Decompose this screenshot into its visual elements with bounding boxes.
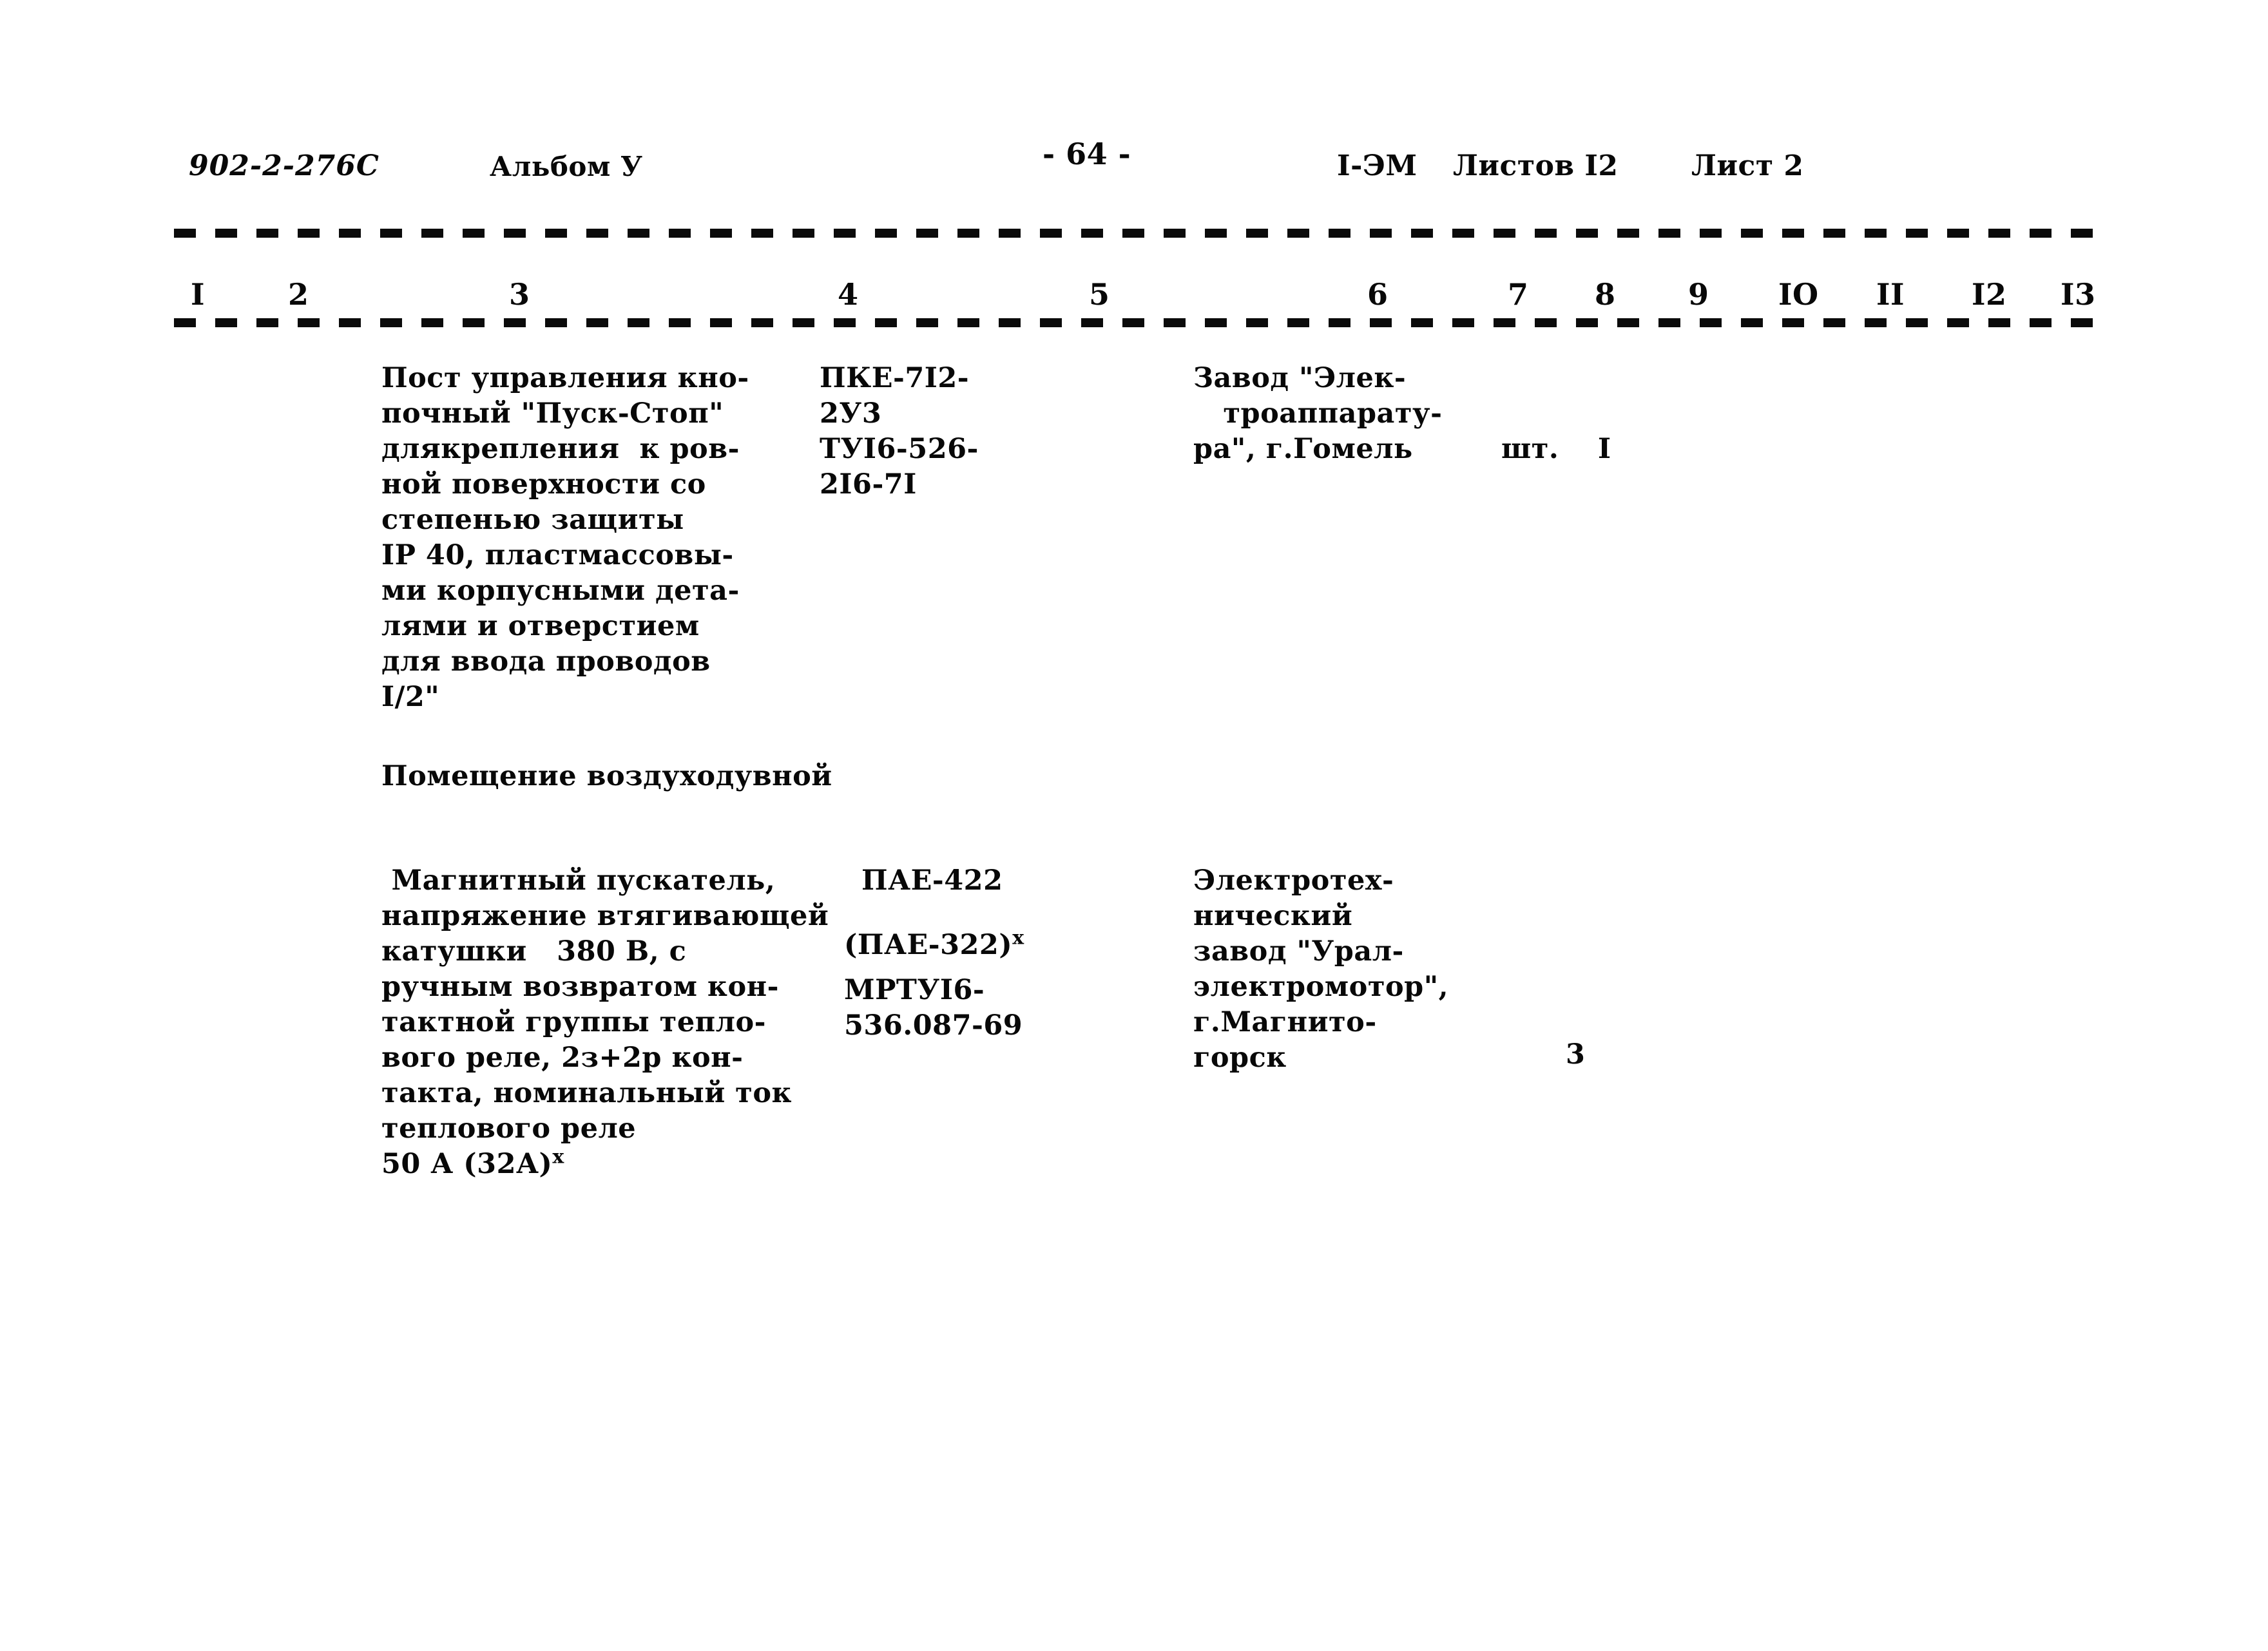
row-description-rating: 50 А (32А)х bbox=[381, 1147, 832, 1182]
document-code: 902-2-276С bbox=[189, 149, 380, 182]
row-type-designation-primary: ПАЕ-422 bbox=[861, 864, 1003, 897]
column-number-5: 5 bbox=[1089, 277, 1110, 312]
column-number-I2: I2 bbox=[1972, 277, 2007, 312]
footnote-mark: х bbox=[1012, 926, 1024, 950]
row-manufacturer: Электротех- нический завод "Урал- электр… bbox=[1193, 864, 1449, 1074]
column-number-strip: I 2 3 4 5 6 7 8 9 IO II I2 I3 bbox=[0, 277, 2268, 318]
column-number-7: 7 bbox=[1508, 277, 1529, 312]
row-description: Магнитный пускатель, напряжение втягиваю… bbox=[381, 864, 829, 1145]
column-number-9: 9 bbox=[1688, 277, 1709, 312]
column-number-I3: I3 bbox=[2061, 277, 2096, 312]
sheet-code: I-ЭМ bbox=[1337, 149, 1418, 182]
sheet-number-label: Лист 2 bbox=[1691, 149, 1804, 182]
table-header-dashed-rule bbox=[174, 318, 2107, 327]
alternate-type-value: (ПАЕ-322) bbox=[844, 929, 1013, 961]
column-number-6: 6 bbox=[1367, 277, 1389, 312]
rating-value: 50 А (32А) bbox=[381, 1148, 553, 1180]
table-top-dashed-rule bbox=[174, 229, 2107, 238]
page-number: - 64 - bbox=[1043, 137, 1131, 171]
page-header: 902-2-276С Альбом У - 64 - I-ЭМ Листов I… bbox=[0, 137, 2268, 195]
album-label: Альбом У bbox=[490, 151, 643, 182]
footnote-mark: х bbox=[552, 1145, 564, 1169]
row-quantity: I bbox=[1598, 433, 1611, 465]
column-number-2: 2 bbox=[288, 277, 309, 312]
row-type-designation-alternate: (ПАЕ-322)х bbox=[844, 928, 1186, 963]
row-quantity: 3 bbox=[1566, 1038, 1586, 1071]
column-number-4: 4 bbox=[838, 277, 859, 312]
column-number-8: 8 bbox=[1595, 277, 1616, 312]
sheets-total-label: Листов I2 bbox=[1453, 149, 1619, 182]
row-description: Пост управления кно- почный "Пуск-Стоп" … bbox=[381, 362, 749, 713]
column-number-IO: IO bbox=[1778, 277, 1819, 312]
section-heading: Помещение воздуходувной bbox=[381, 760, 832, 792]
row-type-designation: ПКЕ-7I2- 2У3 ТУI6-526- 2I6-7I bbox=[820, 362, 979, 501]
row-type-standard: МРТУI6- 536.087-69 bbox=[844, 974, 1023, 1042]
column-number-I: I bbox=[191, 277, 206, 312]
row-unit: шт. bbox=[1501, 433, 1559, 465]
column-number-3: 3 bbox=[509, 277, 530, 312]
column-number-II: II bbox=[1876, 277, 1905, 312]
